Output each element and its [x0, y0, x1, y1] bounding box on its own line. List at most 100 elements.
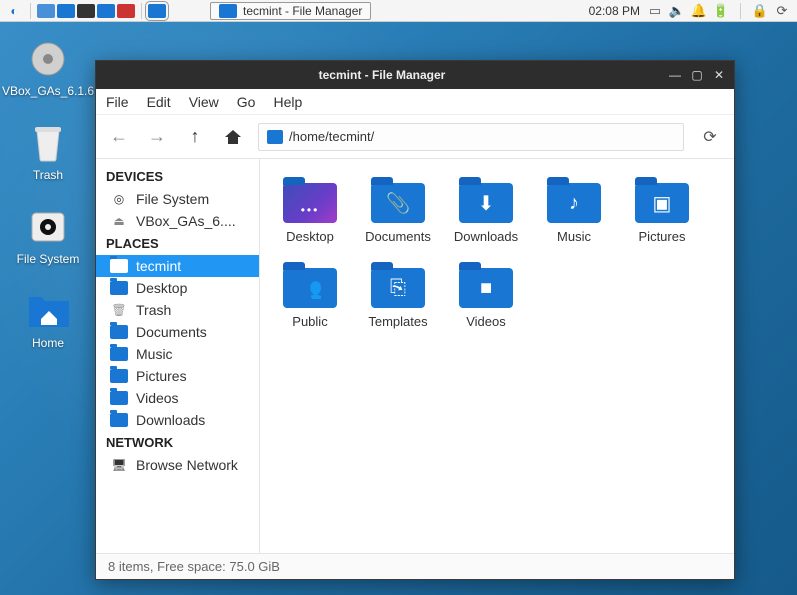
menubar: File Edit View Go Help — [96, 89, 734, 115]
folder-icon — [267, 130, 283, 144]
taskbar-running-1[interactable] — [148, 4, 166, 18]
up-button[interactable]: ↑ — [182, 124, 208, 150]
desktop-icon-home[interactable]: Home — [12, 290, 84, 350]
sidebar-item-label: Trash — [136, 302, 171, 318]
desktop-icons: VBox_GAs_6.1.6 Trash File System Home — [12, 38, 84, 350]
window-title: tecmint - File Manager — [102, 68, 662, 82]
sidebar-item-label: Desktop — [136, 280, 187, 296]
file-label: Templates — [368, 314, 427, 329]
folder-icon — [110, 280, 128, 296]
sidebar-item-trash[interactable]: 🗑 Trash — [96, 299, 259, 321]
taskbar-app-5[interactable] — [117, 4, 135, 18]
taskbar-item-label: tecmint - File Manager — [243, 4, 362, 18]
menu-help[interactable]: Help — [273, 94, 302, 110]
folder-templates[interactable]: ⎘ Templates — [356, 260, 440, 333]
sidebar-item-tecmint[interactable]: tecmint — [96, 255, 259, 277]
drive-icon: ◎ — [110, 191, 128, 207]
menu-icon[interactable]: ◐ — [4, 3, 24, 19]
clock[interactable]: 02:08 PM — [589, 4, 640, 18]
desktop-icon-label: Home — [32, 336, 64, 350]
menu-view[interactable]: View — [189, 94, 219, 110]
sidebar-item-label: VBox_GAs_6.... — [136, 213, 236, 229]
main-view[interactable]: ••• Desktop 📎 Documents ⬇ Downloads ♪ Mu… — [260, 159, 734, 553]
minimize-button[interactable]: — — [666, 66, 684, 84]
sidebar-item-vbox[interactable]: ⏏ VBox_GAs_6.... — [96, 210, 259, 232]
sidebar-item-pictures[interactable]: Pictures — [96, 365, 259, 387]
tray-display-icon[interactable]: ▭ — [648, 4, 662, 18]
tray-power-icon[interactable]: ⟳ — [775, 4, 789, 18]
desktop-icon-vbox[interactable]: VBox_GAs_6.1.6 — [12, 38, 84, 98]
folder-pictures[interactable]: ▣ Pictures — [620, 175, 704, 248]
folder-icon: ■ — [459, 264, 513, 308]
taskbar-app-2[interactable] — [57, 4, 75, 18]
sidebar-item-downloads[interactable]: Downloads — [96, 409, 259, 431]
titlebar[interactable]: tecmint - File Manager — ▢ ✕ — [96, 61, 734, 89]
file-label: Documents — [365, 229, 431, 244]
sidebar-item-documents[interactable]: Documents — [96, 321, 259, 343]
sidebar: DEVICES ◎ File System ⏏ VBox_GAs_6.... P… — [96, 159, 260, 553]
forward-button[interactable]: → — [144, 124, 170, 150]
desktop-icon-label: Trash — [33, 168, 63, 182]
menu-file[interactable]: File — [106, 94, 129, 110]
home-button[interactable] — [220, 124, 246, 150]
folder-public[interactable]: 👥 Public — [268, 260, 352, 333]
file-label: Downloads — [454, 229, 518, 244]
folder-documents[interactable]: 📎 Documents — [356, 175, 440, 248]
network-icon: 🖥 — [110, 457, 128, 473]
folder-icon — [110, 368, 128, 384]
folder-icon: ♪ — [547, 179, 601, 223]
taskbar-app-4[interactable] — [97, 4, 115, 18]
status-text: 8 items, Free space: 75.0 GiB — [108, 559, 280, 574]
desktop-icon-trash[interactable]: Trash — [12, 122, 84, 182]
maximize-button[interactable]: ▢ — [688, 66, 706, 84]
tray-bell-icon[interactable]: 🔔 — [692, 4, 706, 18]
folder-icon: 👥 — [283, 264, 337, 308]
close-button[interactable]: ✕ — [710, 66, 728, 84]
folder-downloads[interactable]: ⬇ Downloads — [444, 175, 528, 248]
taskbar-item-filemanager[interactable]: tecmint - File Manager — [210, 2, 371, 20]
menu-edit[interactable]: Edit — [147, 94, 171, 110]
path-bar[interactable]: /home/tecmint/ — [258, 123, 684, 151]
sidebar-heading-devices: DEVICES — [96, 165, 259, 188]
tray-battery-icon[interactable]: 🔋 — [714, 4, 728, 18]
toolbar: ← → ↑ /home/tecmint/ ⟳ — [96, 115, 734, 159]
home-folder-icon — [27, 290, 69, 332]
folder-icon — [110, 390, 128, 406]
folder-icon — [110, 412, 128, 428]
eject-icon: ⏏ — [110, 213, 128, 229]
folder-icon — [110, 324, 128, 340]
desktop-icon-label: VBox_GAs_6.1.6 — [2, 84, 94, 98]
desktop-icon-label: File System — [17, 252, 80, 266]
sidebar-item-videos[interactable]: Videos — [96, 387, 259, 409]
folder-icon — [219, 4, 237, 18]
folder-icon — [110, 258, 128, 274]
statusbar: 8 items, Free space: 75.0 GiB — [96, 553, 734, 579]
taskbar-app-1[interactable] — [37, 4, 55, 18]
folder-icon: ⬇ — [459, 179, 513, 223]
sidebar-item-network[interactable]: 🖥 Browse Network — [96, 454, 259, 476]
top-panel: ◐ tecmint - File Manager 02:08 PM ▭ 🔈 🔔 … — [0, 0, 797, 22]
sidebar-item-label: Downloads — [136, 412, 205, 428]
folder-desktop[interactable]: ••• Desktop — [268, 175, 352, 248]
folder-icon: 📎 — [371, 179, 425, 223]
tray-lock-icon[interactable]: 🔒 — [753, 4, 767, 18]
file-label: Desktop — [286, 229, 334, 244]
desktop-icon-filesystem[interactable]: File System — [12, 206, 84, 266]
folder-music[interactable]: ♪ Music — [532, 175, 616, 248]
sidebar-item-filesystem[interactable]: ◎ File System — [96, 188, 259, 210]
sidebar-item-music[interactable]: Music — [96, 343, 259, 365]
folder-icon: ⎘ — [371, 264, 425, 308]
sidebar-item-desktop[interactable]: Desktop — [96, 277, 259, 299]
disc-icon — [27, 38, 69, 80]
menu-go[interactable]: Go — [237, 94, 256, 110]
reload-button[interactable]: ⟳ — [696, 123, 724, 151]
file-label: Videos — [466, 314, 506, 329]
file-label: Music — [557, 229, 591, 244]
back-button[interactable]: ← — [106, 124, 132, 150]
folder-videos[interactable]: ■ Videos — [444, 260, 528, 333]
sidebar-heading-network: NETWORK — [96, 431, 259, 454]
tray-volume-icon[interactable]: 🔈 — [670, 4, 684, 18]
folder-icon: ▣ — [635, 179, 689, 223]
sidebar-item-label: Videos — [136, 390, 179, 406]
taskbar-app-3[interactable] — [77, 4, 95, 18]
